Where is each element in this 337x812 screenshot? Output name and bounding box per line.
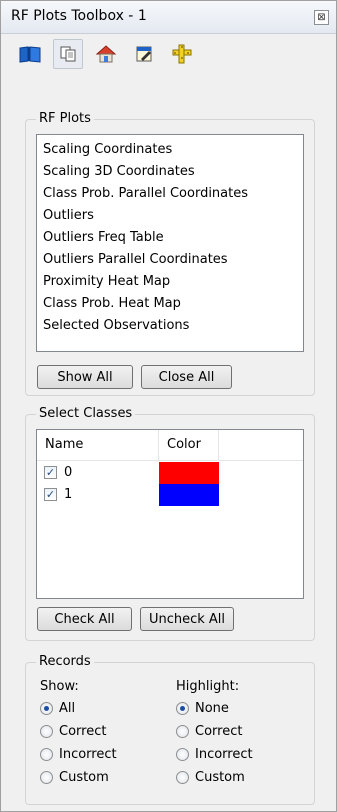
name-column-header[interactable]: Name <box>37 430 159 460</box>
class-checkbox[interactable]: ✓ <box>44 488 57 501</box>
classes-grid-header: Name Color <box>37 430 303 461</box>
highlight-option-incorrect[interactable]: Incorrect <box>176 743 253 766</box>
radio-label: Incorrect <box>59 747 117 762</box>
show-option-all[interactable]: All <box>40 697 117 720</box>
radio-button[interactable] <box>176 748 189 761</box>
radio-button[interactable] <box>40 702 53 715</box>
radio-label: Custom <box>59 770 109 785</box>
rf-plot-list-item[interactable]: Class Prob. Parallel Coordinates <box>37 183 303 205</box>
radio-button[interactable] <box>176 771 189 784</box>
toolbar <box>15 39 315 69</box>
radio-button[interactable] <box>176 702 189 715</box>
color-column-header[interactable]: Color <box>159 430 219 460</box>
class-name: 1 <box>64 487 73 502</box>
select-classes-label: Select Classes <box>36 406 136 421</box>
window-title: RF Plots Toolbox - 1 <box>11 8 147 24</box>
highlight-option-correct[interactable]: Correct <box>176 720 253 743</box>
uncheck-all-button[interactable]: Uncheck All <box>140 607 234 631</box>
highlight-option-custom[interactable]: Custom <box>176 766 253 789</box>
select-classes-group: Select Classes Name Color ✓ 0 ✓ 1 Check … <box>25 406 315 641</box>
highlight-radio-group: Highlight: None Correct Incorrect Custom <box>176 677 253 789</box>
rf-plot-list-item[interactable]: Outliers Parallel Coordinates <box>37 249 303 271</box>
radio-button[interactable] <box>40 771 53 784</box>
rf-plot-list-item[interactable]: Scaling Coordinates <box>37 139 303 161</box>
radio-button[interactable] <box>176 725 189 738</box>
radio-label: Correct <box>59 724 107 739</box>
show-all-button[interactable]: Show All <box>37 365 133 389</box>
rf-plot-list-item[interactable]: Class Prob. Heat Map <box>37 293 303 315</box>
show-option-custom[interactable]: Custom <box>40 766 117 789</box>
edit-icon[interactable] <box>129 39 159 69</box>
rf-plots-group: RF Plots Scaling Coordinates Scaling 3D C… <box>25 111 315 396</box>
radio-button[interactable] <box>40 748 53 761</box>
title-bar[interactable]: RF Plots Toolbox - 1 ⊠ <box>1 1 336 34</box>
show-label: Show: <box>40 679 79 694</box>
radio-label: Incorrect <box>195 747 253 762</box>
rf-plot-list-item[interactable]: Proximity Heat Map <box>37 271 303 293</box>
class-color-swatch[interactable] <box>159 462 219 484</box>
class-row[interactable]: ✓ 0 <box>37 462 303 484</box>
records-label: Records <box>36 654 94 669</box>
radio-label: Custom <box>195 770 245 785</box>
rf-plots-toolbox-window: RF Plots Toolbox - 1 ⊠ RF Plots Scaling … <box>0 0 337 812</box>
radio-label: All <box>59 701 76 716</box>
class-row[interactable]: ✓ 1 <box>37 484 303 506</box>
ruler-icon[interactable] <box>167 39 197 69</box>
class-color-swatch[interactable] <box>159 484 219 506</box>
class-name: 0 <box>64 465 73 480</box>
copy-icon[interactable] <box>53 39 83 69</box>
rf-plots-label: RF Plots <box>36 111 94 126</box>
rf-plot-list-item[interactable]: Scaling 3D Coordinates <box>37 161 303 183</box>
show-option-correct[interactable]: Correct <box>40 720 117 743</box>
rf-plot-list-item[interactable]: Selected Observations <box>37 315 303 337</box>
class-checkbox[interactable]: ✓ <box>44 466 57 479</box>
show-option-incorrect[interactable]: Incorrect <box>40 743 117 766</box>
show-radio-group: Show: All Correct Incorrect Custom <box>40 677 117 789</box>
rf-plot-list-item[interactable]: Outliers <box>37 205 303 227</box>
highlight-label: Highlight: <box>176 679 240 694</box>
rf-plot-list-item[interactable]: Outliers Freq Table <box>37 227 303 249</box>
close-all-button[interactable]: Close All <box>141 365 232 389</box>
records-group: Records Show: All Correct Incorrect Cust… <box>25 654 315 805</box>
close-icon[interactable]: ⊠ <box>314 10 329 25</box>
check-all-button[interactable]: Check All <box>37 607 132 631</box>
radio-button[interactable] <box>40 725 53 738</box>
classes-grid[interactable]: Name Color ✓ 0 ✓ 1 <box>36 429 304 599</box>
home-icon[interactable] <box>91 39 121 69</box>
radio-label: None <box>195 701 229 716</box>
book-icon[interactable] <box>15 39 45 69</box>
rf-plots-list[interactable]: Scaling Coordinates Scaling 3D Coordinate… <box>36 134 304 352</box>
radio-label: Correct <box>195 724 243 739</box>
highlight-option-none[interactable]: None <box>176 697 253 720</box>
